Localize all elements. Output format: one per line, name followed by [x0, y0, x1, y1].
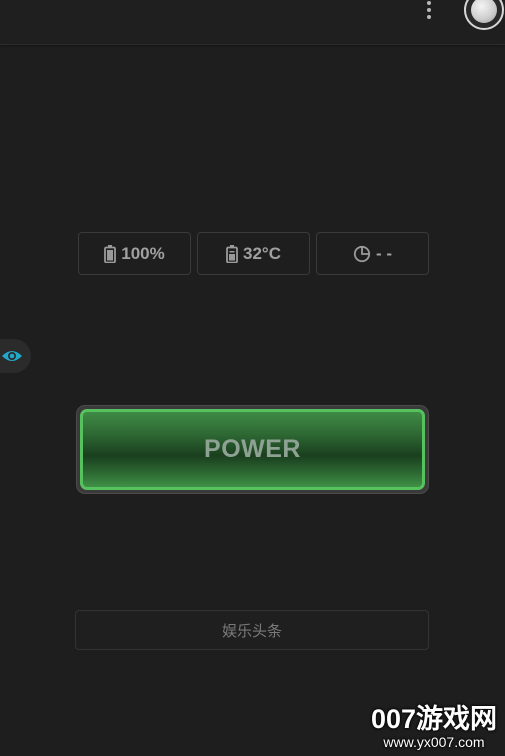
eye-toggle-tab[interactable]: [0, 339, 31, 373]
entertainment-news-button[interactable]: 娱乐头条: [75, 610, 429, 650]
pie-clock-icon: [353, 245, 371, 262]
watermark-url: www.yx007.com: [383, 734, 485, 750]
stats-row: 100% 32°C - -: [78, 232, 429, 275]
more-vert-icon-dot: [427, 15, 431, 19]
temperature-value: 32°C: [243, 243, 281, 263]
battery-value: 100%: [121, 243, 165, 263]
more-options-button[interactable]: [418, 0, 440, 19]
toggle-knob: [471, 0, 497, 23]
time-value: - -: [375, 243, 393, 263]
time-stat: - -: [316, 232, 429, 275]
thermometer-battery-icon: [226, 244, 238, 263]
battery-stat: 100%: [78, 232, 191, 275]
watermark-brand: 007游戏网: [370, 704, 497, 734]
toggle-switch[interactable]: [464, 0, 504, 30]
eye-icon: [2, 351, 22, 361]
temperature-stat: 32°C: [197, 232, 310, 275]
top-app-bar: [0, 0, 505, 45]
more-vert-icon-dot: [427, 8, 431, 12]
more-vert-icon: [427, 1, 431, 5]
power-button[interactable]: POWER: [80, 409, 425, 490]
site-watermark: 007游戏网 www.yx007.com: [371, 704, 497, 750]
battery-icon: [104, 244, 117, 263]
power-button-frame: POWER: [76, 405, 429, 494]
